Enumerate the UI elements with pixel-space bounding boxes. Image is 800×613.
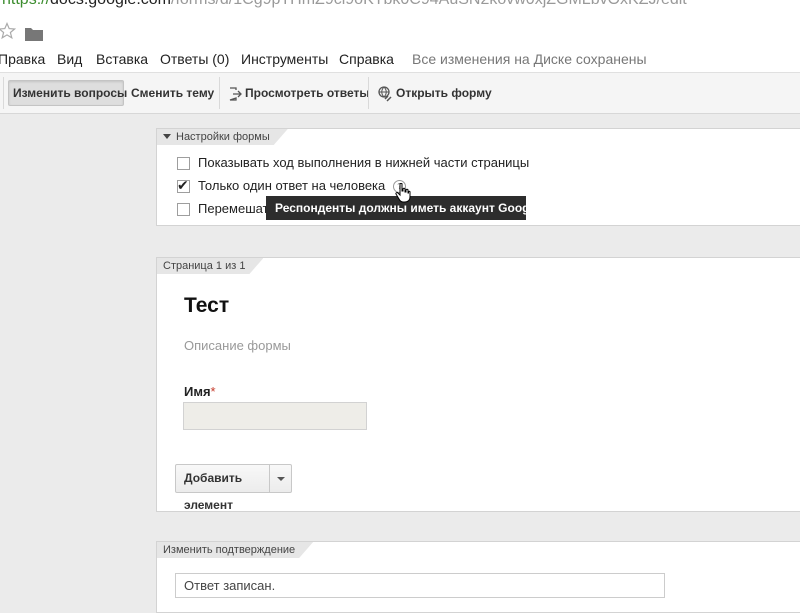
view-responses-label: Просмотреть ответы	[245, 86, 370, 100]
view-responses-button[interactable]: Просмотреть ответы	[224, 80, 374, 106]
name-field-input[interactable]	[183, 402, 367, 430]
url-text[interactable]: https://docs.google.com/forms/d/1Cg9pTHm…	[2, 0, 687, 9]
toolbar-separator	[3, 77, 4, 109]
globe-link-icon	[378, 86, 392, 102]
required-mark: *	[210, 384, 216, 399]
confirmation-tab: Изменить подтверждение	[157, 542, 313, 558]
field-label-text: Имя	[184, 384, 211, 399]
form-settings-title: Настройки формы	[176, 131, 270, 143]
star-icon[interactable]	[0, 22, 16, 40]
menu-view[interactable]: Вид	[57, 51, 82, 67]
menu-bar: Правка Вид Вставка Ответы (0) Инструмент…	[0, 48, 800, 72]
save-status: Все изменения на Диске сохранены	[412, 51, 647, 67]
form-settings-tab[interactable]: Настройки формы	[157, 129, 288, 145]
shuffle-checkbox[interactable]	[177, 203, 190, 216]
confirmation-section: Изменить подтверждение Ответ записан.	[156, 541, 800, 613]
folder-icon[interactable]	[25, 27, 43, 41]
add-item-button[interactable]: Добавить элемент	[175, 464, 292, 512]
add-item-dropdown-arrow[interactable]	[269, 465, 291, 492]
menu-insert[interactable]: Вставка	[96, 51, 148, 67]
menu-help[interactable]: Справка	[339, 51, 394, 67]
url-host: docs.google.com	[50, 0, 171, 8]
page-section: Страница 1 из 1 Тест Описание формы Имя*…	[156, 257, 800, 512]
field-label: Имя*	[184, 384, 216, 399]
confirmation-message-input[interactable]: Ответ записан.	[175, 573, 665, 598]
show-progress-label: Показывать ход выполнения в нижней части…	[198, 155, 530, 170]
menu-edit[interactable]: Правка	[0, 51, 45, 67]
edit-questions-button[interactable]: Изменить вопросы	[8, 80, 128, 106]
change-theme-button[interactable]: Сменить тему	[127, 80, 218, 106]
toolbar-separator	[368, 77, 369, 109]
page-section-tab: Страница 1 из 1	[157, 258, 263, 274]
change-theme-label: Сменить тему	[131, 86, 215, 100]
check-icon: ✔	[177, 177, 189, 193]
title-bar	[0, 14, 800, 48]
shuffle-label: Перемешать	[198, 201, 276, 216]
address-bar[interactable]: https://docs.google.com/forms/d/1Cg9pTHm…	[0, 0, 800, 14]
url-scheme: https://	[2, 0, 50, 8]
form-title[interactable]: Тест	[184, 294, 229, 318]
toolbar-separator	[219, 77, 220, 109]
menu-responses[interactable]: Ответы (0)	[160, 51, 229, 67]
toolbar: Изменить вопросы Сменить тему Просмотрет…	[0, 72, 800, 114]
one-response-label: Только один ответ на человека	[198, 178, 386, 193]
edit-questions-label: Изменить вопросы	[13, 86, 128, 100]
open-form-label: Открыть форму	[396, 86, 492, 100]
export-icon	[229, 87, 242, 101]
one-response-checkbox[interactable]: ✔	[177, 177, 190, 193]
form-description[interactable]: Описание формы	[184, 338, 291, 353]
url-path: /forms/d/1Cg9pTHmZ9ci9oKTbk0C94AuSN2kovw…	[171, 0, 687, 8]
collapse-triangle-icon[interactable]	[163, 134, 171, 139]
menu-tools[interactable]: Инструменты	[241, 51, 328, 67]
open-form-button[interactable]: Открыть форму	[373, 80, 496, 106]
show-progress-checkbox[interactable]	[177, 157, 190, 170]
hand-cursor-icon	[395, 183, 411, 203]
